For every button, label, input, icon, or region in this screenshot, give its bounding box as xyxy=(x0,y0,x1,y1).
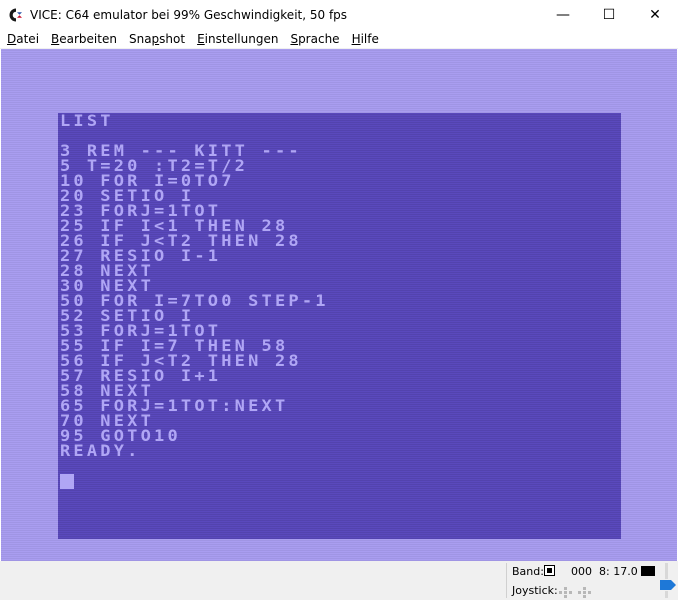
close-button[interactable]: ✕ xyxy=(632,0,678,30)
text-cursor xyxy=(60,474,74,489)
joystick-label: Joystick: xyxy=(512,584,558,597)
commodore-logo-icon xyxy=(8,7,24,23)
volume-control[interactable] xyxy=(657,561,678,600)
band-label: Band: xyxy=(512,565,544,578)
menu-bar: Datei Bearbeiten Snapshot Einstellungen … xyxy=(0,30,678,48)
menu-bearbeiten[interactable]: Bearbeiten xyxy=(44,30,122,48)
menu-einstellungen[interactable]: Einstellungen xyxy=(190,30,283,48)
screen-line: READY. xyxy=(60,441,141,461)
status-bar: Band: 000 8: 17.0 Joystick: xyxy=(0,561,678,600)
c64-screen[interactable]: LIST 3 REM --- KITT --- 5 T=20 :T2=T/2 1… xyxy=(58,113,621,539)
status-divider xyxy=(506,563,507,598)
menu-hilfe[interactable]: Hilfe xyxy=(345,30,384,48)
minimize-button[interactable]: — xyxy=(540,0,586,30)
drive-status: 8: 17.0 xyxy=(599,565,638,578)
joystick-port2-icon[interactable] xyxy=(578,584,592,598)
menu-snapshot[interactable]: Snapshot xyxy=(122,30,190,48)
tape-control-icon[interactable] xyxy=(544,565,555,576)
window-title: VICE: C64 emulator bei 99% Geschwindigke… xyxy=(30,8,348,22)
menu-sprache[interactable]: Sprache xyxy=(283,30,344,48)
menu-datei[interactable]: Datei xyxy=(0,30,44,48)
screen-line: LIST xyxy=(60,111,114,131)
maximize-button[interactable]: ☐ xyxy=(586,0,632,30)
c64-border[interactable]: LIST 3 REM --- KITT --- 5 T=20 :T2=T/2 1… xyxy=(1,49,677,561)
drive-led-icon xyxy=(641,566,655,576)
window-controls: — ☐ ✕ xyxy=(540,0,678,30)
joystick-port1-icon[interactable] xyxy=(559,584,573,598)
title-bar: VICE: C64 emulator bei 99% Geschwindigke… xyxy=(0,0,678,30)
tape-counter: 000 xyxy=(571,565,592,578)
